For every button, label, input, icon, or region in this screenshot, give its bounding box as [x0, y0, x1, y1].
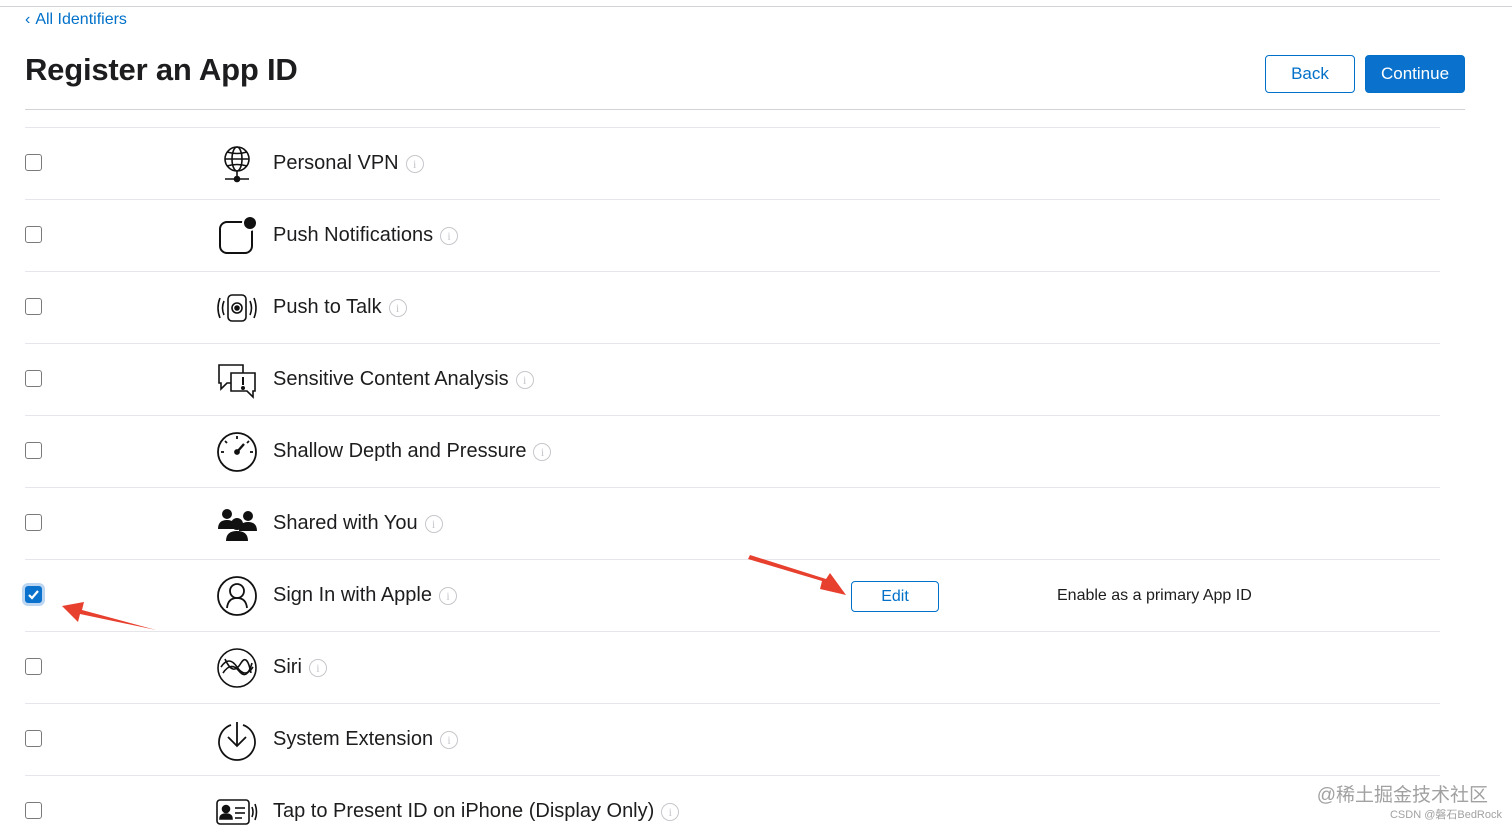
capability-label: Personal VPN i [273, 152, 424, 175]
capability-row-sensitive-content-analysis: Sensitive Content Analysis i [25, 344, 1440, 416]
checkmark-icon [28, 590, 39, 600]
capability-label: Sensitive Content Analysis i [273, 368, 534, 391]
primary-app-id-note: Enable as a primary App ID [1057, 587, 1252, 604]
person-circle-icon [215, 575, 259, 617]
chevron-left-icon: ‹ [25, 11, 31, 28]
capability-row-shallow-depth-and-pressure: Shallow Depth and Pressure i [25, 416, 1440, 488]
capability-checkbox[interactable] [25, 514, 42, 531]
capability-row-tap-to-present-id: Tap to Present ID on iPhone (Display Onl… [25, 776, 1440, 826]
breadcrumb-label: All Identifiers [35, 11, 127, 28]
capability-label: Shallow Depth and Pressure i [273, 440, 552, 463]
capability-row-push-notifications: Push Notifications i [25, 200, 1440, 272]
top-divider [0, 6, 1512, 7]
watermark-small: CSDN @磐石BedRock [1389, 809, 1502, 821]
capability-label: Push Notifications i [273, 224, 459, 247]
capability-label: System Extension i [273, 728, 459, 751]
push-notification-icon [215, 215, 259, 257]
download-circle-icon [215, 719, 259, 761]
capability-checkbox[interactable] [25, 802, 42, 819]
globe-network-icon [215, 143, 259, 185]
chat-bubbles-warning-icon [215, 359, 259, 401]
info-icon[interactable]: i [515, 370, 534, 389]
capability-checkbox[interactable] [25, 226, 42, 243]
capability-checkbox[interactable] [25, 370, 42, 387]
info-icon[interactable]: i [424, 514, 443, 533]
capability-checkbox[interactable] [25, 154, 42, 171]
siri-icon [215, 647, 259, 689]
continue-button[interactable]: Continue [1365, 55, 1465, 93]
breadcrumb-all-identifiers[interactable]: ‹ All Identifiers [25, 11, 127, 29]
capability-label: Sign In with Apple i [273, 584, 457, 607]
info-icon[interactable]: i [440, 226, 459, 245]
capability-checkbox[interactable] [25, 298, 42, 315]
walkie-talkie-icon [215, 287, 259, 329]
capability-checkbox-checked[interactable] [25, 586, 42, 603]
edit-button[interactable]: Edit [851, 581, 939, 612]
header-divider [25, 109, 1465, 110]
capability-row-personal-vpn: Personal VPN i [25, 128, 1440, 200]
info-icon[interactable]: i [388, 298, 407, 317]
capability-row-shared-with-you: Shared with You i [25, 488, 1440, 560]
info-icon[interactable]: i [308, 658, 327, 677]
info-icon[interactable]: i [439, 586, 457, 605]
back-button[interactable]: Back [1265, 55, 1355, 93]
people-group-icon [215, 503, 259, 545]
info-icon[interactable]: i [440, 730, 459, 749]
depth-gauge-icon [215, 431, 259, 473]
capability-label: Siri i [273, 656, 327, 679]
capability-label: Push to Talk i [273, 296, 407, 319]
info-icon[interactable]: i [405, 154, 424, 173]
page-title: Register an App ID [25, 52, 298, 87]
watermark: @稀土掘金技术社区 [1316, 785, 1488, 806]
capability-checkbox[interactable] [25, 730, 42, 747]
info-icon[interactable]: i [533, 442, 552, 461]
capability-row-sign-in-with-apple: Sign In with Apple i Edit Enable as a pr… [25, 560, 1440, 632]
capability-checkbox[interactable] [25, 658, 42, 675]
capability-label: Shared with You i [273, 512, 443, 535]
capability-row-push-to-talk: Push to Talk i [25, 272, 1440, 344]
info-icon[interactable]: i [661, 802, 680, 821]
capability-checkbox[interactable] [25, 442, 42, 459]
capability-row-system-extension: System Extension i [25, 704, 1440, 776]
id-card-icon [215, 791, 259, 826]
capability-label: Tap to Present ID on iPhone (Display Onl… [273, 800, 680, 823]
capability-row-siri: Siri i [25, 632, 1440, 704]
